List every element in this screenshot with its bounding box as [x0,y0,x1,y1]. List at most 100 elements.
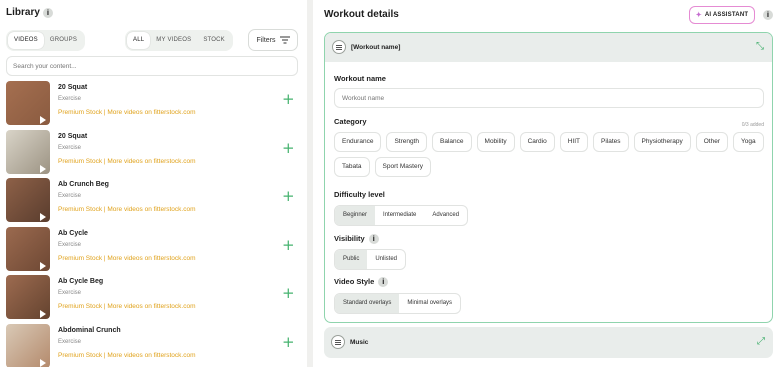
card-title: [Workout name] [351,44,401,51]
add-icon[interactable]: + [282,92,295,107]
tab-groups[interactable]: GROUPS [44,32,83,49]
item-type: Exercise [58,290,82,296]
tab-my-videos[interactable]: MY VIDEOS [150,32,197,49]
difficulty-option[interactable]: Intermediate [375,206,424,225]
info-icon[interactable]: i [763,10,773,20]
music-title: Music [350,339,369,346]
play-icon [40,261,46,270]
category-chip[interactable]: Strength [386,132,428,152]
video-thumbnail[interactable] [6,226,50,271]
item-type: Exercise [58,241,82,248]
add-icon[interactable]: + [282,286,295,301]
info-icon[interactable]: i [43,8,53,18]
workout-name-label: Workout name [334,74,386,83]
category-chip[interactable]: Tabata [334,157,370,177]
category-chip[interactable]: Sport Mastery [374,157,431,177]
tab-videos[interactable]: VIDEOS [8,32,44,49]
difficulty-label: Difficulty level [334,190,385,199]
video-thumbnail[interactable] [6,178,50,222]
add-icon[interactable]: + [282,140,295,156]
collapse-icon[interactable]: ⤡ [756,42,764,52]
video-thumbnail[interactable] [6,275,50,319]
card-header[interactable]: [Workout name] ⤡ [325,33,772,62]
visibility-label: Visibility i [334,234,379,245]
video-thumbnail[interactable] [6,129,50,174]
difficulty-option[interactable]: Beginner [335,206,376,225]
style-option[interactable]: Standard overlays [335,294,400,313]
page-title: Workout details [324,9,399,20]
filters-label: Filters [256,36,276,44]
item-source-link[interactable]: Premium Stock | More videos on fittersto… [58,352,196,359]
ai-assistant-button[interactable]: ✦ AI ASSISTANT [689,6,755,24]
video-style-label-text: Video Style [334,277,375,286]
info-icon[interactable]: i [378,277,389,288]
category-chip[interactable]: Cardio [519,132,555,152]
library-panel: Library i VIDEOS GROUPS ALL MY VIDEOS ST… [0,0,307,367]
item-name: Ab Cycle Beg [58,278,104,285]
add-icon[interactable]: + [282,334,295,350]
category-chip[interactable]: Yoga [733,132,764,152]
style-option[interactable]: Minimal overlays [399,294,460,313]
library-title: Library [6,7,40,18]
item-source-link[interactable]: Premium Stock | More videos on fittersto… [58,158,196,165]
play-icon [40,358,46,367]
item-name: 20 Squat [58,132,88,140]
add-icon[interactable]: + [282,237,295,253]
video-style-selector: Standard overlays Minimal overlays [334,293,462,314]
library-item[interactable]: 20 Squat Exercise Premium Stock | More vid… [6,129,298,174]
expand-icon[interactable]: ⤢ [757,337,765,347]
item-name: Ab Crunch Beg [58,181,109,188]
category-label: Category [334,117,367,126]
difficulty-selector: Beginner Intermediate Advanced [334,205,469,226]
visibility-option[interactable]: Unlisted [367,250,405,269]
item-source-link[interactable]: Premium Stock | More videos on fittersto… [58,109,196,116]
visibility-selector: Public Unlisted [334,249,407,270]
source-tabs: ALL MY VIDEOS STOCK [125,30,233,51]
video-thumbnail[interactable] [6,81,50,125]
library-item[interactable]: Ab Crunch Beg Exercise Premium Stock | Mor… [6,178,298,222]
music-section[interactable]: Music ⤢ [324,327,773,358]
visibility-label-text: Visibility [334,234,365,243]
category-chip[interactable]: Endurance [334,132,382,152]
category-chip[interactable]: Mobility [476,132,515,152]
item-type: Exercise [58,338,82,345]
add-icon[interactable]: + [282,189,295,204]
filter-icon [279,36,290,44]
tab-stock[interactable]: STOCK [197,32,231,49]
item-source-link[interactable]: Premium Stock | More videos on fittersto… [58,206,196,213]
item-name: Ab Cycle [58,229,88,237]
video-style-label: Video Style i [334,277,389,288]
play-icon [40,310,46,318]
category-count: 0/3 added [741,122,764,128]
item-source-link[interactable]: Premium Stock | More videos on fittersto… [58,303,196,310]
tab-all[interactable]: ALL [127,32,151,49]
category-chip[interactable]: Other [695,132,728,152]
library-item[interactable]: Ab Cycle Exercise Premium Stock | More vid… [6,226,298,271]
search-input[interactable] [6,56,298,76]
category-chip[interactable]: Pilates [593,132,629,152]
item-source-link[interactable]: Premium Stock | More videos on fittersto… [58,255,196,262]
sparkle-icon: ✦ [695,12,702,19]
item-type: Exercise [58,193,82,199]
category-chips: Endurance Strength Balance Mobility Cardio HI… [334,132,764,177]
item-type: Exercise [58,144,82,151]
item-name: Abdominal Crunch [58,326,121,334]
library-item[interactable]: Ab Cycle Beg Exercise Premium Stock | More… [6,275,298,319]
play-icon [40,164,46,173]
play-icon [40,116,46,124]
drag-handle-icon[interactable] [332,40,346,54]
workout-name-input[interactable] [334,88,764,108]
info-icon[interactable]: i [368,234,379,245]
drag-handle-icon[interactable] [331,335,345,349]
item-name: 20 Squat [58,84,88,91]
category-chip[interactable]: HIIT [559,132,589,152]
item-type: Exercise [58,96,82,102]
library-item[interactable]: Abdominal Crunch Exercise Premium Stock | … [6,323,298,367]
category-chip[interactable]: Physiotherapy [633,132,691,152]
filters-button[interactable]: Filters [248,29,298,51]
difficulty-option[interactable]: Advanced [424,206,467,225]
category-chip[interactable]: Balance [432,132,472,152]
video-thumbnail[interactable] [6,323,50,367]
visibility-option[interactable]: Public [335,250,368,269]
library-item[interactable]: 20 Squat Exercise Premium Stock | More vid… [6,81,298,125]
